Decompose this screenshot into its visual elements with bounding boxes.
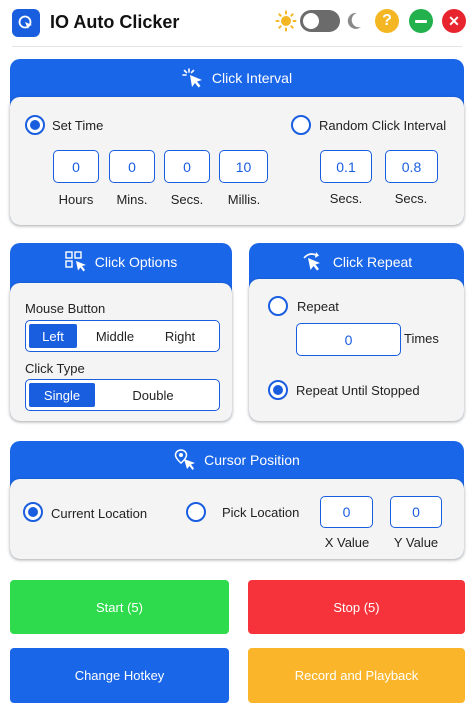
repeat-until-stopped-label: Repeat Until Stopped bbox=[296, 383, 420, 398]
repeat-until-stopped-radio[interactable] bbox=[268, 380, 288, 400]
app-title: IO Auto Clicker bbox=[50, 12, 180, 32]
cursor-position-body: Current Location Pick Location 0 0 X Val… bbox=[10, 479, 464, 559]
millis-input[interactable]: 10 bbox=[219, 150, 268, 183]
mouse-button-selector: Left Middle Right bbox=[25, 320, 220, 352]
times-label: Times bbox=[404, 331, 439, 346]
click-type-label: Click Type bbox=[25, 361, 85, 376]
click-interval-title: Click Interval bbox=[211, 70, 293, 86]
random-interval-radio[interactable] bbox=[291, 115, 311, 135]
click-double-option[interactable]: Double bbox=[95, 383, 211, 407]
random-max-caption: Secs. bbox=[394, 191, 428, 206]
current-location-radio[interactable] bbox=[23, 502, 43, 522]
hours-caption: Hours bbox=[58, 192, 94, 207]
pick-location-radio[interactable] bbox=[186, 502, 206, 522]
repeat-pointer-icon bbox=[303, 252, 320, 271]
y-value-caption: Y Value bbox=[393, 535, 439, 550]
repeat-count-input[interactable]: 0 bbox=[296, 323, 401, 356]
click-options-body: Mouse Button Left Middle Right Click Typ… bbox=[10, 283, 232, 421]
cursor-position-header: Cursor Position bbox=[10, 441, 464, 479]
click-options-panel: Click Options Mouse Button Left Middle R… bbox=[10, 243, 232, 421]
set-time-radio[interactable] bbox=[25, 115, 45, 135]
click-repeat-body: Repeat 0 Times Repeat Until Stopped bbox=[249, 279, 464, 421]
click-repeat-title: Click Repeat bbox=[332, 254, 413, 270]
mouse-middle-option[interactable]: Middle bbox=[77, 324, 153, 348]
location-pointer-icon bbox=[174, 449, 196, 470]
close-icon[interactable]: ✕ bbox=[442, 9, 466, 33]
hours-input[interactable]: 0 bbox=[53, 150, 99, 183]
cursor-position-panel: Cursor Position Current Location Pick Lo… bbox=[10, 441, 464, 559]
help-icon[interactable]: ? bbox=[375, 9, 399, 33]
mouse-left-option[interactable]: Left bbox=[29, 324, 77, 348]
x-value-input[interactable]: 0 bbox=[320, 496, 373, 528]
click-repeat-header: Click Repeat bbox=[249, 243, 464, 281]
click-options-title: Click Options bbox=[94, 254, 178, 270]
stop-button[interactable]: Stop (5) bbox=[248, 580, 465, 634]
random-max-input[interactable]: 0.8 bbox=[385, 150, 438, 183]
start-button[interactable]: Start (5) bbox=[10, 580, 229, 634]
mins-input[interactable]: 0 bbox=[109, 150, 155, 183]
repeat-label: Repeat bbox=[297, 299, 339, 314]
random-interval-label: Random Click Interval bbox=[319, 118, 447, 133]
grid-options-icon bbox=[65, 251, 86, 272]
click-single-option[interactable]: Single bbox=[29, 383, 95, 407]
sun-icon bbox=[275, 10, 297, 32]
x-value-caption: X Value bbox=[324, 535, 370, 550]
click-interval-header: Click Interval bbox=[10, 59, 464, 97]
click-type-selector: Single Double bbox=[25, 379, 220, 411]
secs-input[interactable]: 0 bbox=[164, 150, 210, 183]
click-options-header: Click Options bbox=[10, 243, 232, 281]
minimize-icon[interactable] bbox=[409, 9, 433, 33]
secs-caption: Secs. bbox=[170, 192, 204, 207]
click-repeat-panel: Click Repeat Repeat 0 Times Repeat Until… bbox=[249, 243, 464, 421]
click-interval-panel: Click Interval Set Time Random Click Int… bbox=[10, 59, 464, 225]
millis-caption: Millis. bbox=[227, 192, 261, 207]
record-playback-button[interactable]: Record and Playback bbox=[248, 648, 465, 703]
random-min-input[interactable]: 0.1 bbox=[320, 150, 372, 183]
y-value-input[interactable]: 0 bbox=[390, 496, 442, 528]
click-pointer-icon bbox=[182, 68, 202, 88]
title-divider bbox=[12, 46, 462, 47]
change-hotkey-button[interactable]: Change Hotkey bbox=[10, 648, 229, 703]
app-cursor-icon bbox=[12, 9, 40, 37]
theme-toggle[interactable] bbox=[300, 10, 340, 32]
mins-caption: Mins. bbox=[116, 192, 148, 207]
mouse-button-label: Mouse Button bbox=[25, 301, 106, 316]
mouse-right-option[interactable]: Right bbox=[153, 324, 207, 348]
click-interval-body: Set Time Random Click Interval 0 0 0 10 … bbox=[10, 97, 464, 225]
set-time-label: Set Time bbox=[52, 118, 104, 133]
moon-icon bbox=[346, 10, 364, 32]
current-location-label: Current Location bbox=[51, 506, 148, 521]
pick-location-label: Pick Location bbox=[222, 505, 300, 520]
random-min-caption: Secs. bbox=[329, 191, 363, 206]
toggle-knob bbox=[303, 13, 319, 29]
cursor-position-title: Cursor Position bbox=[204, 452, 300, 468]
repeat-radio[interactable] bbox=[268, 296, 288, 316]
